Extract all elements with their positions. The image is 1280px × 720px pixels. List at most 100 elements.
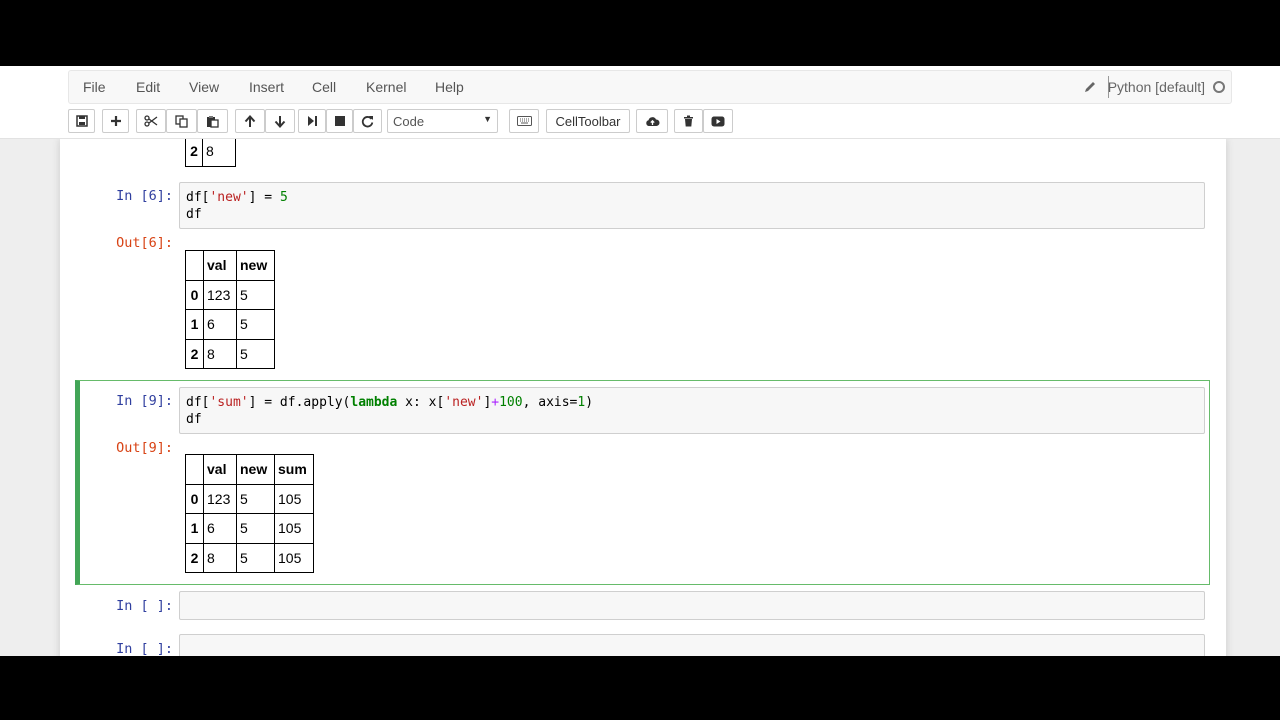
delete-button[interactable]: [674, 109, 703, 133]
code-token: ] = df.apply(: [248, 395, 351, 410]
plus-icon: [110, 116, 121, 126]
table-row: 0 123 5: [185, 279, 275, 310]
jupyter-window: File Edit View Insert Cell Kernel Help P…: [0, 66, 1280, 656]
run-next-icon: [308, 116, 317, 126]
move-down-button[interactable]: [265, 109, 295, 133]
index-cell: 0: [185, 483, 204, 514]
input-prompt: In [ ]:: [116, 641, 173, 656]
table-cell: 8: [202, 136, 236, 167]
code-cell-input[interactable]: df['new'] = 5 df: [179, 182, 1205, 229]
stop-icon: [334, 116, 345, 126]
menu-view[interactable]: View: [189, 79, 219, 95]
index-cell: 0: [185, 279, 204, 310]
cut-button[interactable]: [136, 109, 166, 133]
code-token: ] =: [248, 190, 280, 205]
copy-icon: [175, 114, 188, 128]
move-down-icon: [274, 115, 286, 128]
code-token: 5: [279, 190, 288, 205]
table-cell: 105: [274, 483, 314, 514]
index-cell: 2: [185, 542, 204, 573]
paste-icon: [207, 115, 219, 128]
notebook-header: File Edit View Insert Cell Kernel Help P…: [0, 66, 1280, 139]
table-row: 1 6 5 105: [185, 513, 314, 544]
code-token: ): [585, 395, 594, 410]
column-header: [185, 454, 204, 485]
copy-button[interactable]: [166, 109, 197, 133]
table-cell: 5: [236, 309, 275, 340]
table-cell: 8: [203, 542, 237, 573]
menu-help[interactable]: Help: [435, 79, 464, 95]
table-row: 0 123 5 105: [185, 483, 314, 514]
code-token: df: [186, 207, 202, 222]
cell-type-value: Code: [393, 114, 425, 129]
output-prompt: Out[9]:: [116, 440, 173, 456]
menu-kernel[interactable]: Kernel: [366, 79, 406, 95]
index-cell: 2: [185, 338, 204, 369]
table-header-row: val new sum: [185, 454, 314, 485]
index-cell: 2: [185, 136, 203, 167]
table-cell: 123: [203, 279, 237, 310]
dataframe-output: val new 0 123 5 1 6 5 2 8 5: [185, 250, 275, 369]
code-token: lambda: [350, 395, 398, 410]
kernel-name[interactable]: Python [default]: [1108, 79, 1205, 95]
run-cell-button[interactable]: [298, 109, 326, 133]
empty-code-cell[interactable]: [179, 634, 1205, 656]
kernel-idle-icon: [1213, 81, 1225, 93]
table-cell: 123: [203, 483, 237, 514]
cell-type-select[interactable]: Code ▼: [387, 109, 498, 133]
menu-insert[interactable]: Insert: [249, 79, 284, 95]
column-header: [185, 250, 204, 281]
code-token: 'sum': [209, 395, 249, 410]
code-token: x: x[: [397, 395, 445, 410]
table-cell: 105: [274, 513, 314, 544]
pencil-icon[interactable]: [1083, 80, 1097, 94]
interrupt-button[interactable]: [326, 109, 353, 133]
move-up-icon: [244, 114, 256, 127]
column-header: val: [203, 250, 237, 281]
menu-cell[interactable]: Cell: [312, 79, 336, 95]
table-cell: 5: [236, 279, 275, 310]
youtube-icon: [711, 116, 725, 126]
index-cell: 1: [185, 513, 204, 544]
code-token: 'new': [209, 190, 249, 205]
input-prompt: In [9]:: [116, 393, 173, 409]
table-cell: 6: [203, 513, 237, 544]
table-header-row: val new: [185, 250, 275, 281]
input-prompt: In [ ]:: [116, 598, 173, 614]
restart-button[interactable]: [353, 109, 382, 133]
insert-cell-button[interactable]: [102, 109, 129, 133]
dataframe-output: val new sum 0 123 5 105 1 6 5 105 2 8 5 …: [185, 454, 314, 573]
table-cell: 5: [236, 338, 275, 369]
code-token: 100: [499, 395, 523, 410]
column-header: new: [236, 250, 275, 281]
chevron-down-icon: ▼: [483, 114, 492, 124]
command-palette-button[interactable]: [509, 109, 539, 133]
celltoolbar-button[interactable]: CellToolbar: [546, 109, 630, 133]
index-cell: 1: [185, 309, 204, 340]
table-row: 2 8 5: [185, 338, 275, 369]
output-prompt: Out[6]:: [116, 235, 173, 251]
dataframe-output-partial: 2 8: [185, 136, 236, 167]
menu-file[interactable]: File: [83, 79, 106, 95]
code-token: df[: [186, 190, 210, 205]
paste-button[interactable]: [197, 109, 228, 133]
video-button[interactable]: [703, 109, 733, 133]
menu-bar: File Edit View Insert Cell Kernel Help P…: [68, 70, 1232, 104]
keyboard-icon: [516, 116, 532, 126]
save-button[interactable]: [68, 109, 95, 133]
table-cell: 5: [236, 483, 275, 514]
restart-icon: [361, 115, 374, 127]
empty-code-cell[interactable]: [179, 591, 1205, 620]
code-token: df: [186, 412, 202, 427]
publish-button[interactable]: [636, 109, 668, 133]
code-cell-input[interactable]: df['sum'] = df.apply(lambda x: x['new']+…: [179, 387, 1205, 434]
table-row: 2 8: [185, 136, 236, 167]
code-token: 'new': [444, 395, 484, 410]
column-header: val: [203, 454, 237, 485]
menu-edit[interactable]: Edit: [136, 79, 160, 95]
column-header: new: [236, 454, 275, 485]
table-cell: 6: [203, 309, 237, 340]
move-up-button[interactable]: [235, 109, 265, 133]
code-token: +: [491, 395, 500, 410]
table-cell: 5: [236, 542, 275, 573]
